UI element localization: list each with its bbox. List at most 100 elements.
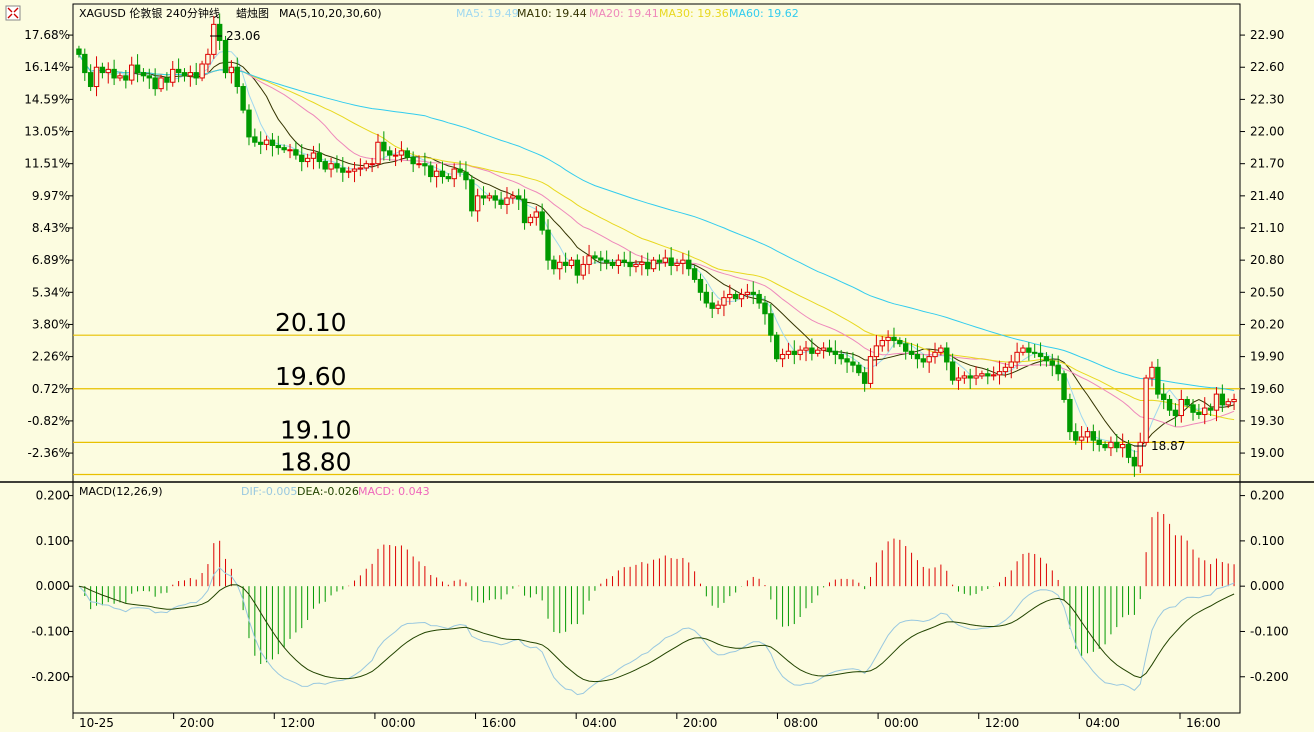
candle-body	[152, 77, 158, 90]
candle-body	[885, 336, 891, 342]
candle-body	[762, 302, 768, 315]
candle-body	[926, 356, 932, 363]
pct-tick-label: 0.72%	[32, 382, 70, 396]
candle-body	[756, 293, 762, 304]
candle-body	[938, 347, 944, 353]
candle-body	[1213, 393, 1220, 411]
candle-body	[645, 261, 651, 270]
macd-tick-label: -0.100	[31, 624, 70, 638]
candle-body	[381, 141, 387, 152]
time-tick-label: 08:00	[783, 716, 818, 730]
candle-body	[539, 211, 545, 231]
candle-body	[949, 361, 956, 381]
candle-body	[510, 195, 516, 199]
candle-body	[944, 347, 950, 363]
candle-body	[533, 211, 539, 218]
candle-body	[486, 195, 493, 199]
price-tick-label: 20.50	[1250, 285, 1284, 299]
candle-body	[99, 66, 106, 74]
candle-body	[170, 68, 176, 83]
time-tick-label: 20:00	[683, 716, 718, 730]
candle-body	[1002, 366, 1009, 373]
pct-tick-label: 8.43%	[32, 221, 70, 235]
pct-tick-label: 14.59%	[24, 92, 70, 106]
candle-body	[967, 375, 973, 379]
candle-body	[832, 350, 839, 355]
candle-body	[1049, 360, 1055, 366]
candle-body	[199, 63, 205, 79]
candle-body	[1143, 377, 1149, 443]
candle-body	[87, 72, 94, 88]
candle-body	[779, 353, 786, 360]
candle-body	[1196, 411, 1202, 415]
candle-body	[1078, 436, 1085, 441]
candle-body	[1008, 361, 1014, 368]
candle-body	[216, 23, 223, 41]
candle-body	[375, 141, 381, 165]
candle-body	[791, 350, 797, 355]
candle-body	[322, 161, 328, 170]
candle-body	[299, 154, 305, 163]
candle-body	[1108, 441, 1114, 449]
candle-body	[914, 353, 921, 360]
candle-body	[404, 150, 410, 158]
time-tick-label: 04:00	[582, 716, 617, 730]
candle-body	[240, 86, 246, 111]
candle-body	[392, 154, 399, 157]
price-tick-label: 22.90	[1250, 28, 1284, 42]
price-tick-label: 19.30	[1250, 414, 1284, 428]
candle-body	[908, 350, 915, 355]
candle-body	[228, 66, 235, 74]
candlestick-chart[interactable]: XAGUSD 伦敦银 240分钟线 蜡烛图 MA(5,10,20,30,60) …	[0, 0, 1314, 732]
candle-body	[1231, 398, 1237, 403]
candle-body	[750, 291, 756, 295]
candle-body	[1119, 443, 1126, 449]
candle-body	[175, 68, 182, 74]
candle-body	[1026, 347, 1032, 353]
candle-body	[187, 72, 194, 77]
candle-body	[697, 278, 704, 293]
candle-body	[920, 358, 926, 363]
candle-body	[932, 351, 938, 358]
candle-body	[1102, 443, 1108, 449]
candle-body	[785, 350, 792, 355]
candle-body	[469, 179, 475, 212]
candle-body	[474, 195, 481, 212]
candle-body	[222, 39, 229, 74]
candle-body	[1131, 456, 1138, 467]
candle-body	[979, 373, 985, 377]
symbol-header: XAGUSD 伦敦银 240分钟线	[79, 6, 220, 20]
candle-body	[897, 340, 903, 345]
candle-body	[105, 68, 111, 74]
candle-body	[340, 167, 346, 173]
pct-tick-label: 17.68%	[24, 28, 70, 42]
candle-body	[686, 259, 692, 270]
candle-body	[1084, 431, 1091, 438]
expand-icon[interactable]	[5, 5, 21, 21]
candle-body	[738, 293, 745, 300]
candle-body	[627, 261, 633, 268]
candle-body	[445, 176, 452, 180]
price-tick-label: 19.90	[1250, 350, 1284, 364]
candle-body	[826, 347, 833, 352]
macd-histogram	[84, 511, 1235, 664]
candle-body	[803, 347, 809, 351]
candle-body	[1184, 398, 1190, 406]
candle-body	[451, 168, 457, 180]
candle-body	[205, 53, 211, 65]
candle-body	[1178, 398, 1184, 417]
candle-body	[715, 304, 721, 309]
low-marker-label: 18.87	[1151, 439, 1185, 453]
candle-body	[639, 261, 645, 265]
pct-tick-label: -2.36%	[28, 446, 70, 460]
price-markers: 23.06 18.87	[210, 29, 1185, 453]
candle-body	[568, 259, 575, 267]
candle-body	[357, 167, 364, 170]
candle-body	[1166, 398, 1173, 411]
candle-body	[439, 170, 446, 178]
candle-body	[1207, 407, 1214, 411]
price-tick-label: 20.80	[1250, 253, 1284, 267]
price-tick-label: 21.40	[1250, 189, 1284, 203]
pct-tick-label: 3.80%	[32, 317, 70, 331]
candle-body	[656, 259, 663, 263]
